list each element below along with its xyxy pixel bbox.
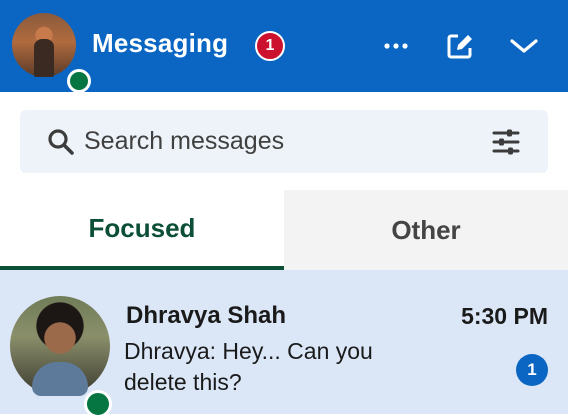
avatar-figure: [32, 362, 88, 396]
notification-badge: 1: [255, 31, 285, 61]
conversation-preview: Dhravya: Hey... Can you delete this?: [124, 338, 373, 395]
more-icon[interactable]: [380, 30, 412, 62]
conversation-time: 5:30 PM: [461, 303, 548, 329]
contact-avatar[interactable]: [10, 296, 112, 418]
chevron-down-icon[interactable]: [508, 30, 540, 62]
tab-other[interactable]: Other: [284, 190, 568, 270]
my-avatar[interactable]: [12, 13, 91, 93]
search-input[interactable]: [84, 120, 464, 162]
header-title[interactable]: Messaging: [92, 28, 228, 59]
search-icon: [48, 129, 74, 155]
unread-count-badge: 1: [516, 354, 548, 386]
conversation-sender: Dhravya Shah: [126, 302, 287, 329]
online-status-indicator: [67, 69, 91, 93]
conversation-list-item[interactable]: Dhravya Shah 5:30 PM Dhravya: Hey... Can…: [0, 270, 568, 418]
compose-icon[interactable]: [444, 30, 476, 62]
tab-focused[interactable]: Focused: [0, 190, 284, 270]
search-bar[interactable]: [20, 110, 548, 173]
filter-icon[interactable]: [490, 126, 522, 158]
message-tabs: Focused Other: [0, 190, 568, 270]
messaging-header[interactable]: Messaging 1: [0, 0, 568, 93]
avatar-figure: [34, 39, 54, 77]
